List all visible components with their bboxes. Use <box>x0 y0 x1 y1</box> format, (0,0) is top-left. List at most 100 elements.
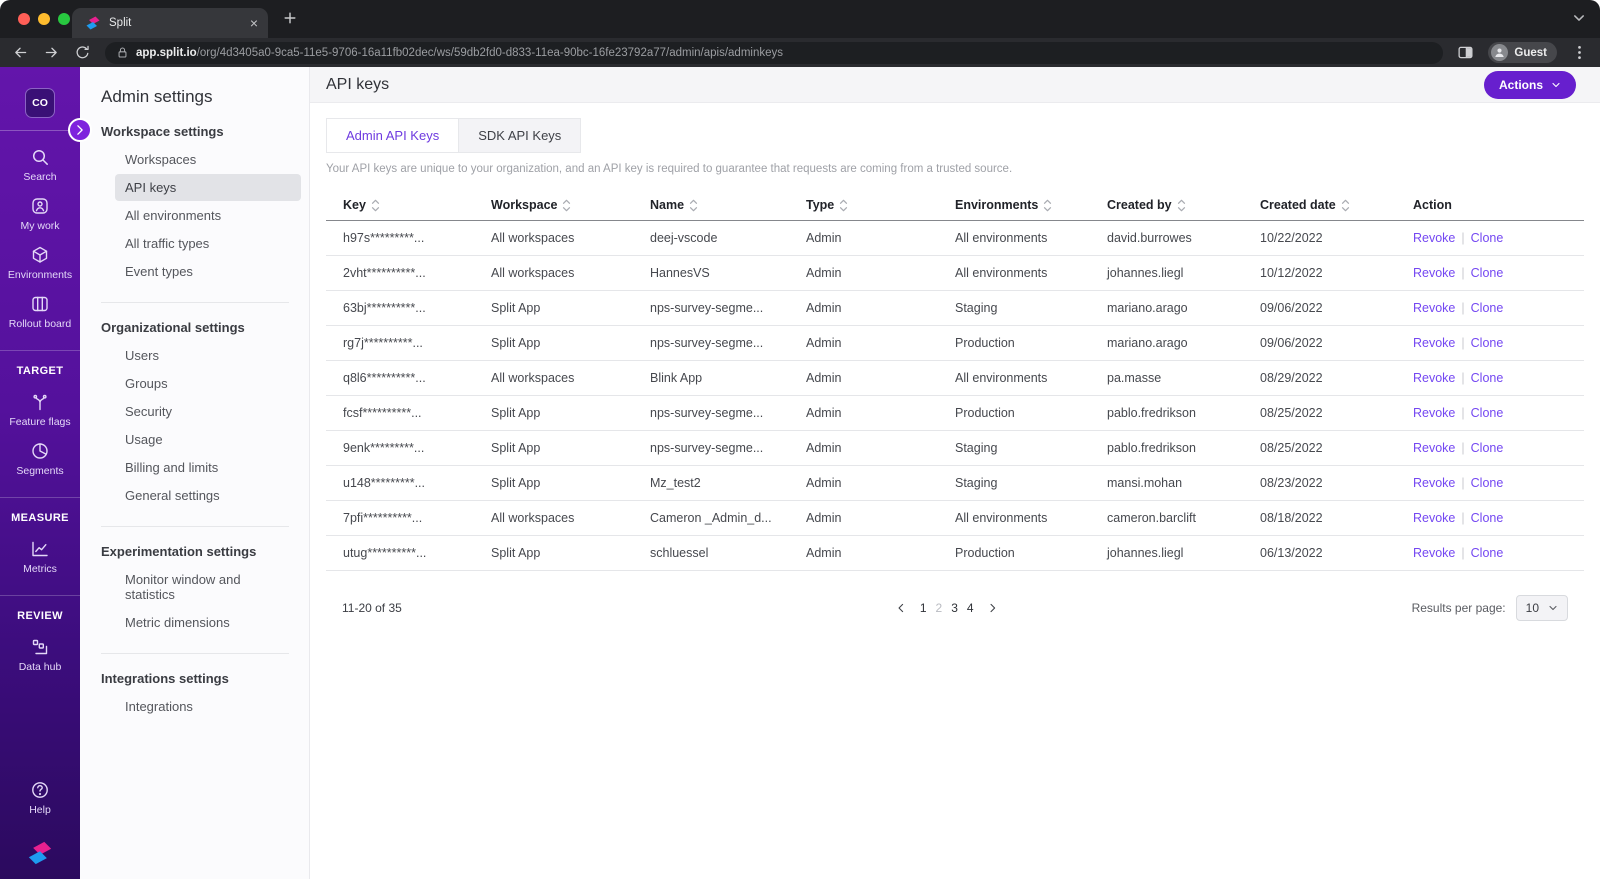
nav-item-metric-dimensions[interactable]: Metric dimensions <box>115 609 301 636</box>
cell-action: Revoke | Clone <box>1413 476 1504 490</box>
nav-item-event-types[interactable]: Event types <box>115 258 301 285</box>
page-button-3[interactable]: 3 <box>951 601 958 615</box>
sidebar-item-metrics[interactable]: Metrics <box>0 539 80 575</box>
clone-link[interactable]: Clone <box>1471 231 1504 245</box>
column-header-created-date[interactable]: Created date <box>1260 198 1413 212</box>
sidebar-item-data-hub[interactable]: Data hub <box>0 637 80 673</box>
cell-name: schluessel <box>650 546 709 560</box>
previous-page-icon[interactable] <box>895 602 907 614</box>
cell-key: utug**********... <box>343 546 427 560</box>
tab-sdk-api-keys[interactable]: SDK API Keys <box>458 118 582 153</box>
page-button-2[interactable]: 2 <box>936 601 943 615</box>
revoke-link[interactable]: Revoke <box>1413 546 1455 560</box>
next-page-icon[interactable] <box>987 602 999 614</box>
tab-admin-api-keys[interactable]: Admin API Keys <box>326 118 460 153</box>
nav-item-billing-and-limits[interactable]: Billing and limits <box>115 454 301 481</box>
cell-created-date: 10/12/2022 <box>1260 266 1323 280</box>
lock-icon[interactable] <box>117 46 128 59</box>
nav-item-usage[interactable]: Usage <box>115 426 301 453</box>
column-label: Action <box>1413 198 1452 212</box>
forward-button[interactable] <box>43 44 60 61</box>
new-tab-button[interactable] <box>282 10 298 26</box>
nav-item-users[interactable]: Users <box>115 342 301 369</box>
main-content: API keys Actions Admin API Keys SDK API … <box>310 67 1600 879</box>
browser-menu-icon[interactable] <box>1571 44 1588 61</box>
org-badge[interactable]: CO <box>25 88 55 118</box>
column-header-created-by[interactable]: Created by <box>1107 198 1260 212</box>
sidebar-item-environments[interactable]: Environments <box>0 245 80 281</box>
nav-item-monitor-window-and-statistics[interactable]: Monitor window and statistics <box>115 566 301 608</box>
sidebar-item-feature-flags[interactable]: Feature flags <box>0 392 80 428</box>
address-bar[interactable]: app.split.io/org/4d3405a0-9ca5-11e5-9706… <box>105 41 1444 64</box>
sidebar-section-measure: MEASURE <box>11 512 69 524</box>
nav-item-security[interactable]: Security <box>115 398 301 425</box>
column-header-type[interactable]: Type <box>806 198 955 212</box>
tab-close-icon[interactable]: × <box>250 16 258 30</box>
nav-item-integrations[interactable]: Integrations <box>115 693 301 720</box>
column-header-workspace[interactable]: Workspace <box>491 198 650 212</box>
back-button[interactable] <box>12 44 29 61</box>
clone-link[interactable]: Clone <box>1471 406 1504 420</box>
cell-created-date: 06/13/2022 <box>1260 546 1323 560</box>
clone-link[interactable]: Clone <box>1471 336 1504 350</box>
cell-action: Revoke | Clone <box>1413 301 1504 315</box>
cell-created-by: johannes.liegl <box>1107 266 1184 280</box>
nav-item-api-keys[interactable]: API keys <box>115 174 301 201</box>
nav-section-experimentation-settings: Experimentation settings <box>101 544 257 559</box>
column-header-name[interactable]: Name <box>650 198 806 212</box>
cell-created-by: mansi.mohan <box>1107 476 1183 490</box>
nav-item-all-environments[interactable]: All environments <box>115 202 301 229</box>
window-minimize-button[interactable] <box>38 13 50 25</box>
sort-icon <box>1043 199 1052 212</box>
revoke-link[interactable]: Revoke <box>1413 231 1455 245</box>
clone-link[interactable]: Clone <box>1471 266 1504 280</box>
revoke-link[interactable]: Revoke <box>1413 336 1455 350</box>
clone-link[interactable]: Clone <box>1471 511 1504 525</box>
sidebar-expand-button[interactable] <box>68 118 92 142</box>
column-header-environments[interactable]: Environments <box>955 198 1107 212</box>
browser-profile-button[interactable]: Guest <box>1488 42 1557 63</box>
sidebar-item-search[interactable]: Search <box>0 147 80 183</box>
table-row: rg7j**********... Split App nps-survey-seg… <box>326 326 1584 361</box>
cell-name: deej-vscode <box>650 231 718 245</box>
revoke-link[interactable]: Revoke <box>1413 441 1455 455</box>
cell-type: Admin <box>806 406 842 420</box>
sidebar-item-help[interactable]: Help <box>0 780 80 816</box>
revoke-link[interactable]: Revoke <box>1413 406 1455 420</box>
page-button-4[interactable]: 4 <box>967 601 974 615</box>
nav-item-all-traffic-types[interactable]: All traffic types <box>115 230 301 257</box>
cell-environments: All environments <box>955 231 1048 245</box>
clone-link[interactable]: Clone <box>1471 546 1504 560</box>
split-view-icon[interactable] <box>1457 44 1474 61</box>
tab-title: Split <box>109 17 132 29</box>
page-button-1[interactable]: 1 <box>920 601 927 615</box>
tab-search-chevron-icon[interactable] <box>1572 11 1586 25</box>
cell-environments: Production <box>955 546 1015 560</box>
reload-button[interactable] <box>74 44 91 61</box>
revoke-link[interactable]: Revoke <box>1413 476 1455 490</box>
clone-link[interactable]: Clone <box>1471 476 1504 490</box>
clone-link[interactable]: Clone <box>1471 441 1504 455</box>
nav-divider <box>101 302 289 303</box>
search-icon <box>30 147 50 167</box>
nav-item-workspaces[interactable]: Workspaces <box>115 146 301 173</box>
window-close-button[interactable] <box>18 13 30 25</box>
revoke-link[interactable]: Revoke <box>1413 371 1455 385</box>
revoke-link[interactable]: Revoke <box>1413 266 1455 280</box>
browser-tab[interactable]: Split × <box>72 8 268 38</box>
sidebar-item-segments[interactable]: Segments <box>0 441 80 477</box>
actions-button[interactable]: Actions <box>1483 70 1576 99</box>
clone-link[interactable]: Clone <box>1471 371 1504 385</box>
results-per-page-select[interactable]: 10 <box>1515 595 1568 621</box>
window-zoom-button[interactable] <box>58 13 70 25</box>
nav-item-groups[interactable]: Groups <box>115 370 301 397</box>
clone-link[interactable]: Clone <box>1471 301 1504 315</box>
sidebar-item-my-work[interactable]: My work <box>0 196 80 232</box>
cell-type: Admin <box>806 546 842 560</box>
sidebar-item-rollout-board[interactable]: Rollout board <box>0 294 80 330</box>
column-header-key[interactable]: Key <box>326 198 491 212</box>
revoke-link[interactable]: Revoke <box>1413 511 1455 525</box>
url-text: app.split.io/org/4d3405a0-9ca5-11e5-9706… <box>136 47 783 59</box>
revoke-link[interactable]: Revoke <box>1413 301 1455 315</box>
nav-item-general-settings[interactable]: General settings <box>115 482 301 509</box>
